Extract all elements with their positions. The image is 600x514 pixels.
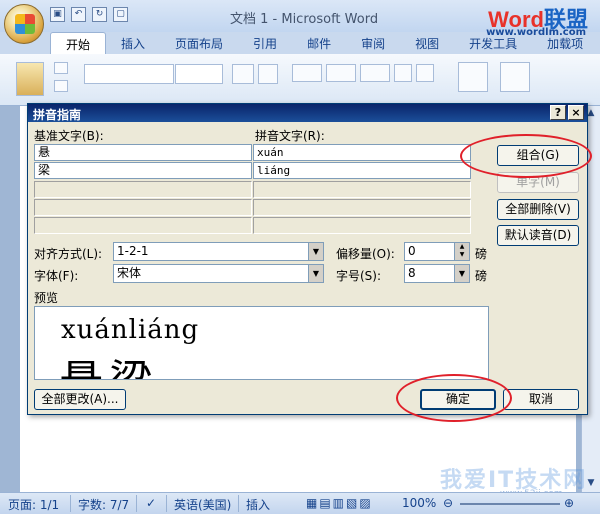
- preview-pinyin: xuánliáng: [61, 315, 200, 345]
- font-name-box[interactable]: [84, 64, 174, 84]
- clear-all-button[interactable]: 全部删除(V): [497, 199, 579, 220]
- base-cell-4: [34, 199, 252, 216]
- size-label: 字号(S):: [336, 269, 382, 283]
- phonetic-guide-icon[interactable]: [232, 64, 254, 84]
- size-unit: 磅: [475, 269, 488, 283]
- tab-insert[interactable]: 插入: [106, 32, 160, 54]
- preview-label: 预览: [34, 291, 59, 305]
- ruby-cell-1[interactable]: xuán: [253, 144, 471, 161]
- ruby-cell-2[interactable]: liáng: [253, 162, 471, 179]
- char-border-icon[interactable]: [258, 64, 278, 84]
- base-cell-1[interactable]: 悬: [34, 144, 252, 161]
- divider: [136, 495, 137, 512]
- zoom-in-icon[interactable]: ⊕: [564, 496, 574, 510]
- tab-addins[interactable]: 加载项: [532, 32, 598, 54]
- alignment-label: 对齐方式(L):: [34, 247, 103, 261]
- zoom-slider[interactable]: [460, 503, 560, 505]
- status-language[interactable]: 英语(美国): [174, 496, 231, 513]
- status-page[interactable]: 页面: 1/1: [8, 496, 59, 513]
- apply-all-button[interactable]: 全部更改(A)...: [34, 389, 126, 410]
- save-icon[interactable]: ▣: [50, 7, 65, 22]
- status-zoom[interactable]: 100%: [402, 496, 436, 510]
- divider: [238, 495, 239, 512]
- cancel-button[interactable]: 取消: [503, 389, 579, 410]
- tab-page-layout[interactable]: 页面布局: [160, 32, 238, 54]
- help-button[interactable]: ?: [550, 105, 566, 120]
- divider: [166, 495, 167, 512]
- chevron-down-icon[interactable]: ▼: [454, 265, 469, 282]
- increase-indent-icon[interactable]: [416, 64, 434, 82]
- font-select[interactable]: 宋体 ▼: [113, 264, 324, 283]
- title-bar: ▣ ↶ ↻ ▢ 文档 1 - Microsoft Word Word联盟 www…: [0, 0, 600, 38]
- ruby-cell-4: [253, 199, 471, 216]
- status-words[interactable]: 字数: 7/7: [78, 496, 129, 513]
- ribbon-tabs: 开始 插入 页面布局 引用 邮件 审阅 视图 开发工具 加载项: [50, 32, 598, 54]
- new-document-icon[interactable]: ▢: [113, 7, 128, 22]
- size-select[interactable]: 8 ▼: [404, 264, 470, 283]
- ruby-text-label: 拼音文字(R):: [255, 129, 325, 143]
- decrease-indent-icon[interactable]: [394, 64, 412, 82]
- base-cell-5: [34, 217, 252, 234]
- offset-unit: 磅: [475, 247, 488, 261]
- undo-icon[interactable]: ↶: [71, 7, 86, 22]
- ribbon: [0, 54, 600, 106]
- proofing-icon[interactable]: ✓: [146, 496, 156, 510]
- zoom-out-icon[interactable]: ⊖: [443, 496, 453, 510]
- bullets-icon[interactable]: [292, 64, 322, 82]
- chevron-down-icon[interactable]: ▼: [308, 265, 323, 282]
- divider: [70, 495, 71, 512]
- alignment-select[interactable]: 1-2-1 ▼: [113, 242, 324, 261]
- redo-icon[interactable]: ↻: [92, 7, 107, 22]
- view-buttons-icon[interactable]: ▦▤▥▧▨: [306, 496, 373, 510]
- base-text-label: 基准文字(B):: [34, 129, 104, 143]
- cut-icon[interactable]: [54, 62, 68, 74]
- tab-mailings[interactable]: 邮件: [292, 32, 346, 54]
- numbering-icon[interactable]: [326, 64, 356, 82]
- paste-icon[interactable]: [16, 62, 44, 96]
- preview-hanzi: 悬梁: [59, 345, 159, 379]
- close-button[interactable]: ×: [568, 105, 584, 120]
- ruby-cell-5: [253, 217, 471, 234]
- base-cell-3: [34, 181, 252, 198]
- dialog-title: 拼音指南: [28, 104, 587, 122]
- find-icon[interactable]: [500, 62, 530, 92]
- tab-view[interactable]: 视图: [400, 32, 454, 54]
- default-reading-button[interactable]: 默认读音(D): [497, 225, 579, 246]
- chevron-down-icon[interactable]: ▼: [308, 243, 323, 260]
- copy-icon[interactable]: [54, 80, 68, 92]
- quick-access-toolbar: ▣ ↶ ↻ ▢: [50, 7, 128, 22]
- tab-references[interactable]: 引用: [238, 32, 292, 54]
- tab-review[interactable]: 审阅: [346, 32, 400, 54]
- preview-box: xuánliáng 悬梁: [34, 306, 489, 380]
- ok-button-highlight: [396, 374, 512, 422]
- tab-home[interactable]: 开始: [50, 32, 107, 54]
- font-size-box[interactable]: [175, 64, 223, 84]
- office-button[interactable]: [4, 4, 44, 44]
- font-label: 字体(F):: [34, 269, 79, 283]
- offset-label: 偏移量(O):: [336, 247, 395, 261]
- base-cell-2[interactable]: 梁: [34, 162, 252, 179]
- ruby-cell-3: [253, 181, 471, 198]
- group-button-highlight: [460, 134, 592, 178]
- status-bar: 页面: 1/1 字数: 7/7 ✓ 英语(美国) 插入 ▦▤▥▧▨ 100% ⊖…: [0, 492, 600, 514]
- tab-developer[interactable]: 开发工具: [454, 32, 532, 54]
- office-logo-icon: [15, 14, 35, 34]
- status-insert-mode[interactable]: 插入: [246, 496, 270, 513]
- styles-icon[interactable]: [458, 62, 488, 92]
- spinner-arrows-icon[interactable]: ▲ ▼: [454, 243, 469, 260]
- offset-spinner[interactable]: 0 ▲ ▼: [404, 242, 470, 261]
- window-title: 文档 1 - Microsoft Word: [230, 12, 379, 27]
- multilevel-list-icon[interactable]: [360, 64, 390, 82]
